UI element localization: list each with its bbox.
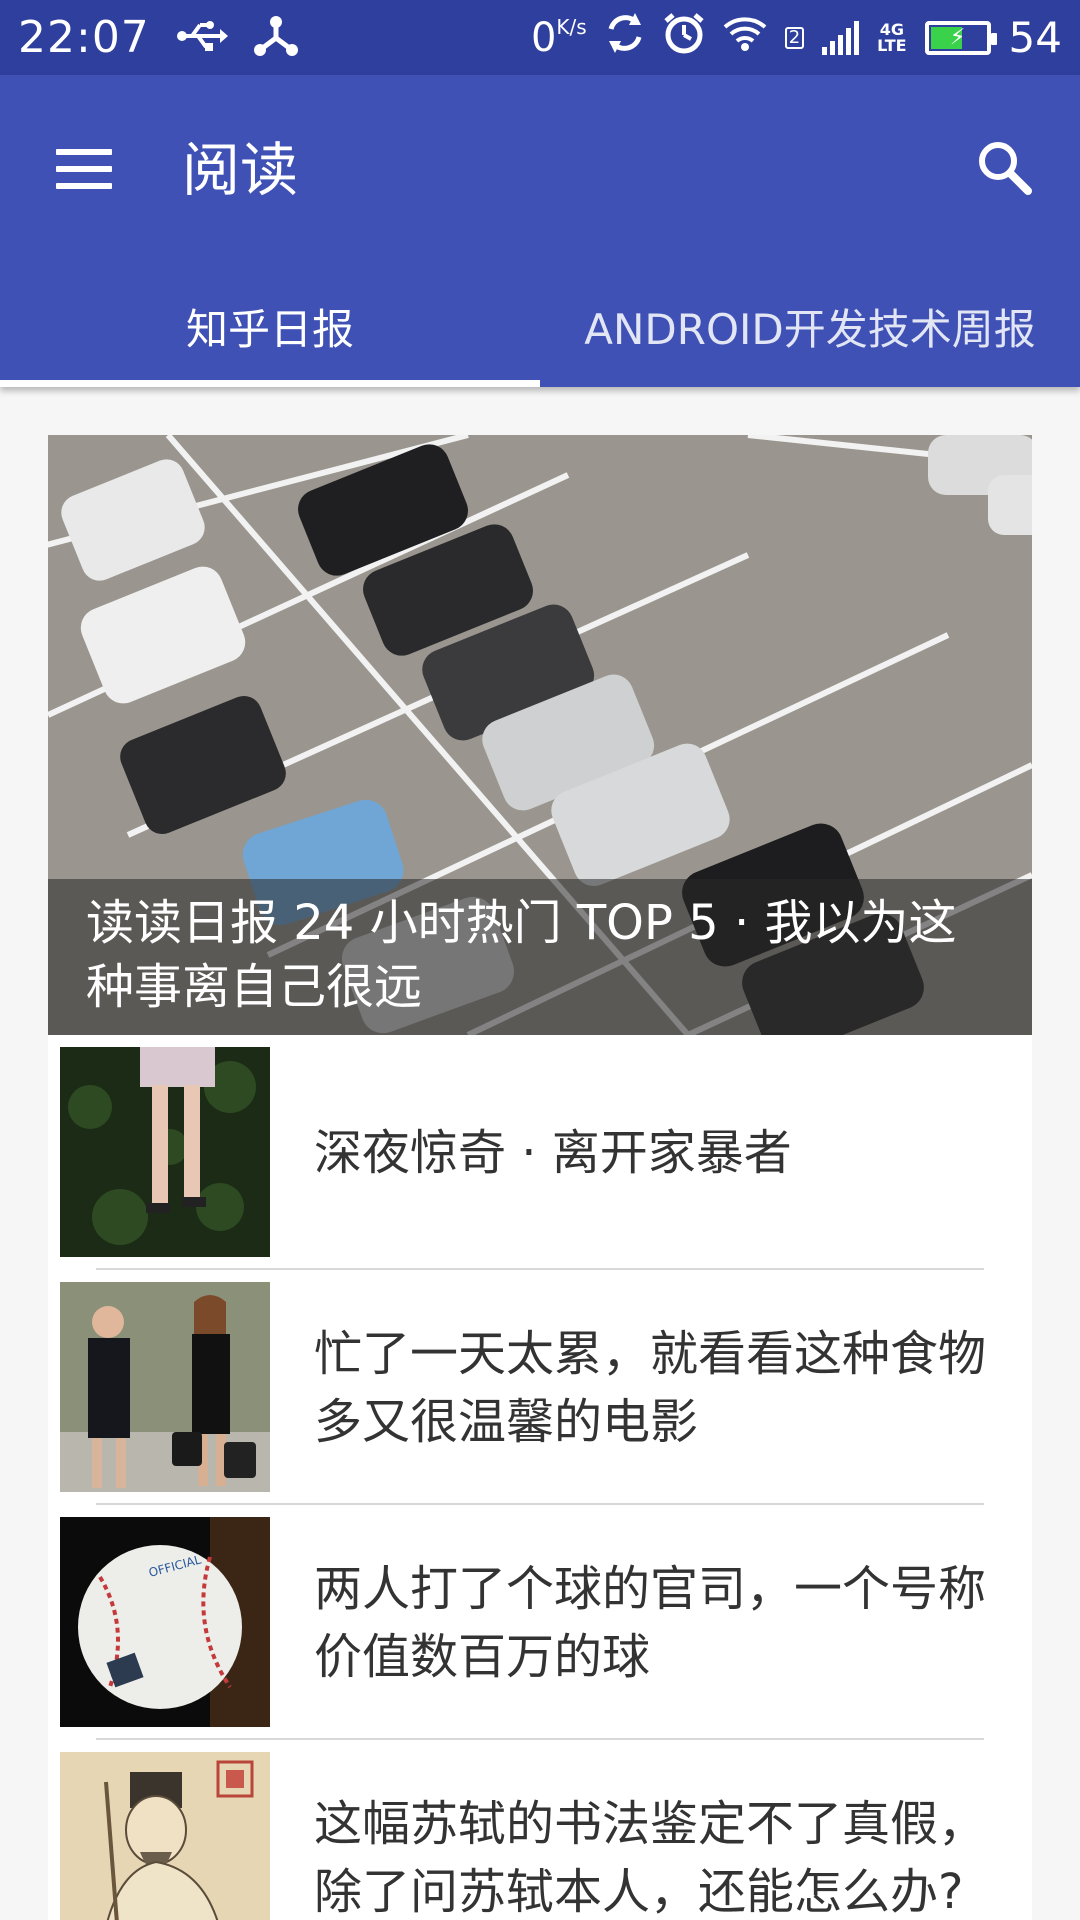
tab-android-weekly[interactable]: ANDROID开发技术周报	[540, 265, 1080, 387]
article-feed: 读读日报 24 小时热门 TOP 5 · 我以为这种事离自己很远 深夜惊奇 · …	[48, 435, 1032, 1920]
share-icon	[253, 15, 298, 60]
article-thumbnail	[60, 1282, 270, 1492]
network-type: 4G LTE	[877, 21, 907, 55]
wifi-icon	[723, 13, 767, 63]
speed-unit: K/s	[556, 14, 587, 39]
network-speed: 0K/s	[531, 15, 587, 61]
battery-level: 54	[1008, 13, 1062, 62]
alarm-icon	[663, 12, 705, 64]
article-list: 深夜惊奇 · 离开家暴者 忙了一天太累，就看看这种食物多又很温馨的电影 OFFI…	[48, 1035, 1032, 1920]
search-icon[interactable]	[964, 127, 1044, 207]
article-thumbnail: OFFICIAL	[60, 1517, 270, 1727]
battery-icon: ⚡	[924, 20, 997, 55]
hero-story[interactable]: 读读日报 24 小时热门 TOP 5 · 我以为这种事离自己很远	[48, 435, 1032, 1035]
article-title: 这幅苏轼的书法鉴定不了真假，除了问苏轼本人，还能怎么办?	[314, 1795, 987, 1920]
article-thumbnail	[60, 1752, 270, 1920]
list-item[interactable]: 深夜惊奇 · 离开家暴者	[48, 1035, 1032, 1270]
status-time: 22:07	[18, 12, 150, 63]
hero-caption: 读读日报 24 小时热门 TOP 5 · 我以为这种事离自己很远	[48, 879, 1032, 1035]
article-title: 两人打了个球的官司，一个号称价值数百万的球	[314, 1560, 987, 1685]
app-bar: 阅读 知乎日报 ANDROID开发技术周报	[0, 75, 1080, 387]
tab-bar: 知乎日报 ANDROID开发技术周报	[0, 265, 1080, 387]
list-item[interactable]: 忙了一天太累，就看看这种食物多又很温馨的电影	[48, 1270, 1032, 1505]
article-title: 深夜惊奇 · 离开家暴者	[314, 1124, 792, 1181]
usb-icon	[176, 19, 228, 57]
article-title: 忙了一天太累，就看看这种食物多又很温馨的电影	[314, 1325, 987, 1450]
list-item[interactable]: OFFICIAL 两人打了个球的官司，一个号称价值数百万的球	[48, 1505, 1032, 1740]
sim-slot: 2	[784, 26, 805, 49]
network-sub-label: LTE	[877, 35, 907, 55]
status-bar: 22:07 0K/s 2 4G LTE ⚡ 54	[0, 0, 1080, 75]
list-item[interactable]: 这幅苏轼的书法鉴定不了真假，除了问苏轼本人，还能怎么办?	[48, 1740, 1032, 1920]
tab-zhihu-daily[interactable]: 知乎日报	[0, 265, 540, 387]
hamburger-menu-icon[interactable]	[48, 133, 120, 205]
signal-icon	[822, 20, 860, 55]
article-thumbnail	[60, 1047, 270, 1257]
page-title: 阅读	[182, 136, 299, 204]
speed-value: 0	[530, 14, 557, 61]
sync-icon	[605, 12, 645, 63]
